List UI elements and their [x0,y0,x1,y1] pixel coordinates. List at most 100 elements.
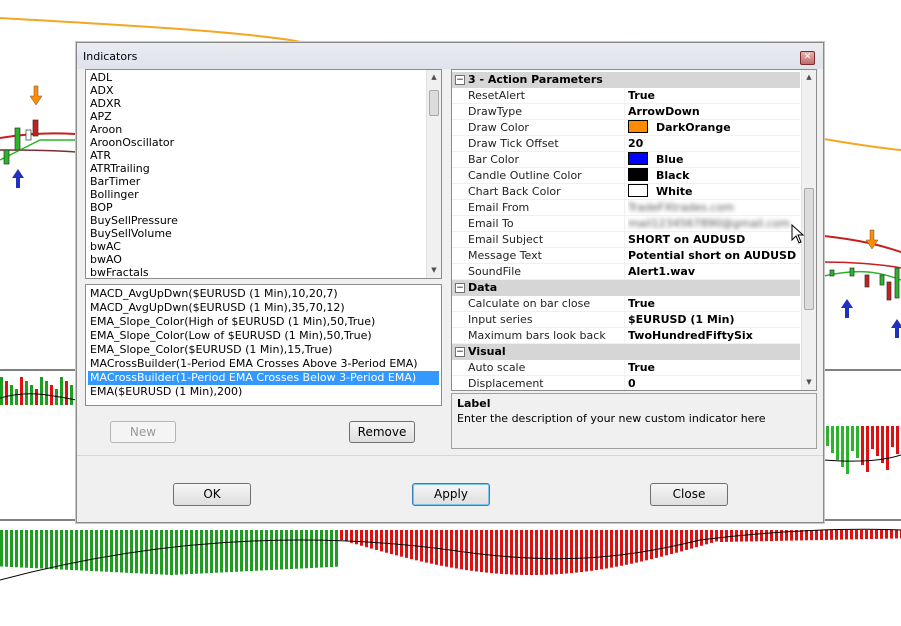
scroll-up-arrow-icon[interactable]: ▲ [802,70,816,85]
applied-indicator-item[interactable]: MACD_AvgUpDwn($EURUSD (1 Min),35,70,12) [88,301,439,315]
indicator-list-item[interactable]: BuySellPressure [90,214,425,227]
scroll-up-arrow-icon[interactable]: ▲ [427,70,441,85]
available-indicators-list[interactable]: ADL ADX ADXR APZ Aroon AroonOscillator ATR ATRT… [85,69,442,279]
property-name[interactable]: Message Text [468,248,625,263]
property-name[interactable]: DrawType [468,104,625,119]
property-row[interactable]: Email Subject SHORT on AUDUSD [452,232,800,248]
property-name[interactable]: Calculate on bar close [468,296,625,311]
close-window-icon[interactable]: ✕ [800,51,815,65]
indicator-list-item[interactable]: ADL [90,71,425,84]
indicator-list-item[interactable]: Bollinger [90,188,425,201]
scroll-down-arrow-icon[interactable]: ▼ [427,263,441,278]
applied-indicators-list[interactable]: MACD_AvgUpDwn($EURUSD (1 Min),10,20,7) MA… [85,284,442,406]
property-row[interactable]: Candle Outline Color Black [452,168,800,184]
applied-indicator-item[interactable]: MACD_AvgUpDwn($EURUSD (1 Min),10,20,7) [88,287,439,301]
property-value[interactable]: DarkOrange [628,120,798,135]
histogram-bar [5,381,8,405]
scroll-thumb[interactable] [804,188,814,310]
new-button[interactable]: New [110,421,176,443]
property-row[interactable]: Displacement 0 [452,376,800,390]
applied-indicator-item[interactable]: EMA($EURUSD (1 Min),200) [88,385,439,399]
property-value[interactable]: Black [628,168,798,183]
property-name[interactable]: Auto scale [468,360,625,375]
property-value[interactable]: mail1234567890@gmail.com [628,216,798,231]
property-name[interactable]: ResetAlert [468,88,625,103]
indicator-list-item[interactable]: ATRTrailing [90,162,425,175]
property-row[interactable]: Input series $EURUSD (1 Min) [452,312,800,328]
property-name[interactable]: Email From [468,200,625,215]
property-row[interactable]: DrawType ArrowDown [452,104,800,120]
property-name[interactable]: Draw Color [468,120,625,135]
property-row[interactable]: Chart Back Color White [452,184,800,200]
property-grid[interactable]: −3 - Action Parameters ResetAlert True Draw… [451,69,817,391]
property-row[interactable]: Auto scale True [452,360,800,376]
property-row[interactable]: ResetAlert True [452,88,800,104]
indicator-list-item[interactable]: Aroon [90,123,425,136]
property-row[interactable]: Message Text Potential short on AUDUSD [452,248,800,264]
available-list-scrollbar[interactable]: ▲ ▼ [426,70,441,278]
property-value[interactable]: TwoHundredFiftySix [628,328,798,343]
property-row[interactable]: Draw Color DarkOrange [452,120,800,136]
property-value[interactable]: True [628,88,798,103]
property-value[interactable]: $EURUSD (1 Min) [628,312,798,327]
property-value[interactable]: White [628,184,798,199]
indicator-list-item[interactable]: bwAO [90,253,425,266]
property-value[interactable]: 0 [628,376,798,390]
applied-indicator-item[interactable]: EMA_Slope_Color(High of $EURUSD (1 Min),… [88,315,439,329]
histogram-bar [410,530,413,560]
indicator-list-item[interactable]: BOP [90,201,425,214]
property-category[interactable]: − Data [452,280,800,296]
property-value[interactable]: True [628,360,798,375]
property-value[interactable]: 20 [628,136,798,151]
property-name[interactable]: Candle Outline Color [468,168,625,183]
indicator-list-item[interactable]: BarTimer [90,175,425,188]
property-value[interactable]: Alert1.wav [628,264,798,279]
property-category[interactable]: −3 - Action Parameters [452,72,800,88]
indicator-list-item[interactable]: AroonOscillator [90,136,425,149]
applied-indicator-item[interactable]: MACrossBuilder(1-Period EMA Crosses Abov… [88,357,439,371]
histogram-bar [430,530,433,564]
property-name[interactable]: Input series [468,312,625,327]
applied-indicator-item[interactable]: EMA_Slope_Color($EURUSD (1 Min),15,True) [88,343,439,357]
property-row[interactable]: Email From TradeFXtrades.com [452,200,800,216]
property-name[interactable]: Email Subject [468,232,625,247]
indicator-list-item[interactable]: bwAC [90,240,425,253]
property-row[interactable]: Email To mail1234567890@gmail.com [452,216,800,232]
property-name[interactable]: Bar Color [468,152,625,167]
apply-button[interactable]: Apply [412,483,490,506]
indicator-list-item[interactable]: ADXR [90,97,425,110]
property-value[interactable]: Potential short on AUDUSD [628,248,798,263]
property-name[interactable]: Displacement [468,376,625,390]
ok-button[interactable]: OK [173,483,251,506]
property-row[interactable]: Draw Tick Offset 20 [452,136,800,152]
indicator-list-item[interactable]: ATR [90,149,425,162]
indicator-list-item[interactable]: APZ [90,110,425,123]
scroll-thumb[interactable] [429,90,439,116]
property-category[interactable]: − Visual [452,344,800,360]
property-name[interactable]: Draw Tick Offset [468,136,625,151]
property-row[interactable]: Calculate on bar close True [452,296,800,312]
property-row[interactable]: Bar Color Blue [452,152,800,168]
property-name[interactable]: SoundFile [468,264,625,279]
property-row[interactable]: SoundFile Alert1.wav [452,264,800,280]
property-value[interactable]: True [628,296,798,311]
remove-button[interactable]: Remove [349,421,415,443]
property-value[interactable]: TradeFXtrades.com [628,200,798,215]
property-name[interactable]: Email To [468,216,625,231]
property-value[interactable]: ArrowDown [628,104,798,119]
property-name[interactable]: Chart Back Color [468,184,625,199]
property-row[interactable]: Maximum bars look back TwoHundredFiftySix [452,328,800,344]
indicator-list-item[interactable]: BuySellVolume [90,227,425,240]
indicator-list-item[interactable]: ADX [90,84,425,97]
close-button[interactable]: Close [650,483,728,506]
scroll-down-arrow-icon[interactable]: ▼ [802,375,816,390]
property-value[interactable]: Blue [628,152,798,167]
collapse-icon[interactable]: − [455,283,465,293]
applied-indicator-item[interactable]: EMA_Slope_Color(Low of $EURUSD (1 Min),5… [88,329,439,343]
collapse-icon[interactable]: − [455,75,465,85]
applied-indicator-item[interactable]: MACrossBuilder(1-Period EMA Crosses Belo… [88,371,439,385]
collapse-icon[interactable]: − [455,347,465,357]
property-value[interactable]: SHORT on AUDUSD [628,232,798,247]
indicator-list-item[interactable]: bwFractals [90,266,425,278]
property-name[interactable]: Maximum bars look back [468,328,625,343]
